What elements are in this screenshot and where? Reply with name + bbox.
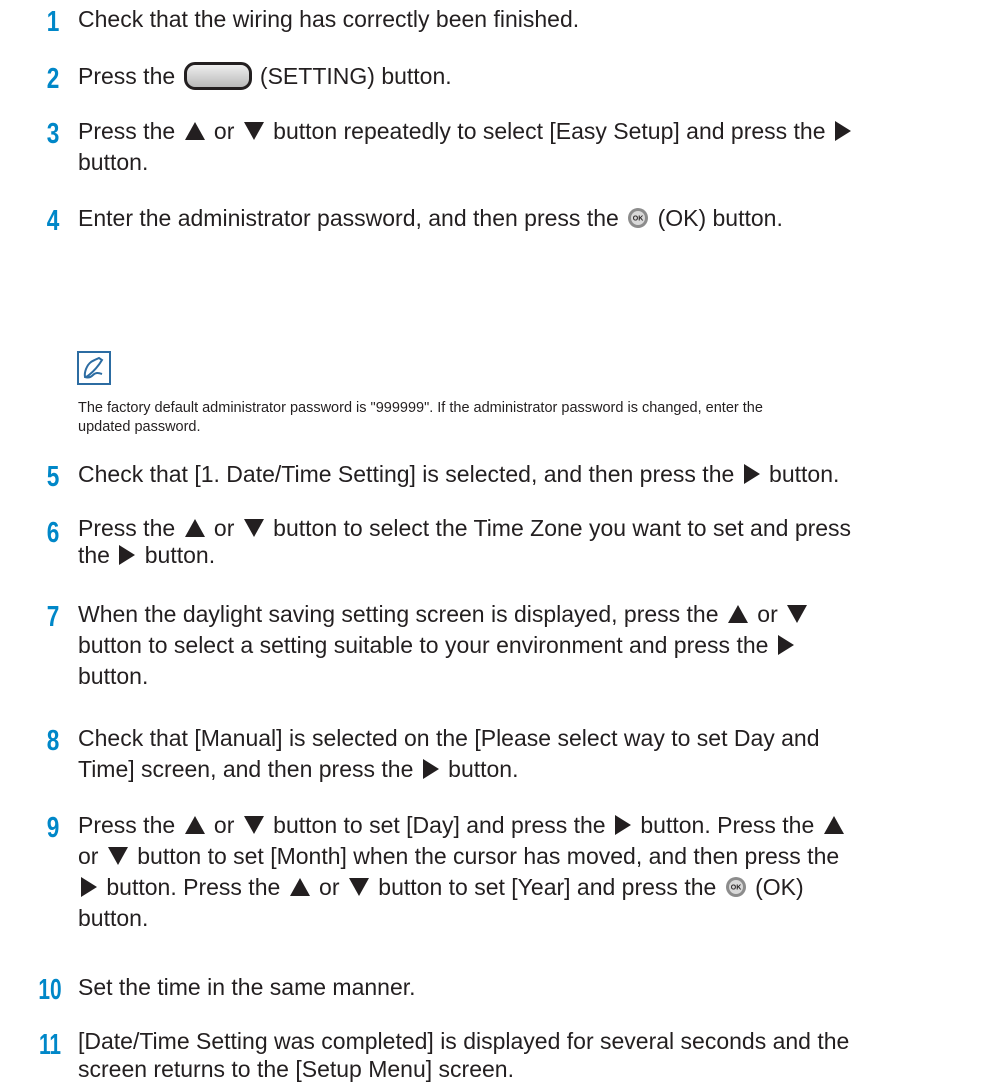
down-arrow-icon [243,518,264,537]
step-text: Press the or button to set [Day] and pre… [78,810,993,934]
step-text: Press the (SETTING) button. [78,61,452,90]
step-text: Check that [Manual] is selected on the [… [78,725,820,782]
svg-text:OK: OK [730,884,741,891]
down-arrow-icon [243,121,264,140]
right-arrow-icon [422,758,439,779]
setting-button-icon [183,61,252,90]
step-number: 9 [46,812,60,844]
up-arrow-icon [727,604,748,623]
up-arrow-icon [184,815,205,834]
up-arrow-icon [823,815,844,834]
step-text: Check that [1. Date/Time Setting] is sel… [78,461,840,487]
right-arrow-icon [743,463,760,484]
step-text: Set the time in the same manner. [78,974,416,1000]
step-number: 6 [46,517,60,549]
step-number: 1 [46,6,60,38]
step-text: Enter the administrator password, and th… [78,205,783,231]
step-text: [Date/Time Setting was completed] is dis… [78,1028,850,1082]
step-text: Check that the wiring has correctly been… [78,6,580,32]
svg-text:OK: OK [633,215,644,222]
step-text: Press the or button repeatedly to select… [78,116,993,178]
step-text: Press the or button to select the Time Z… [78,515,852,568]
note-text: The factory default administrator passwo… [78,400,763,435]
step-number: 4 [46,205,60,237]
down-arrow-icon [348,877,369,896]
down-arrow-icon [243,815,264,834]
step-text: When the daylight saving setting screen … [78,599,993,692]
right-arrow-icon [614,814,631,835]
step-number: 11 [38,1029,62,1061]
up-arrow-icon [289,877,310,896]
right-arrow-icon [834,120,851,141]
down-arrow-icon [107,846,128,865]
step-number: 5 [46,461,60,493]
up-arrow-icon [184,121,205,140]
step-number: 10 [38,974,62,1006]
up-arrow-icon [184,518,205,537]
step-number: 7 [46,601,60,633]
memo-pencil-icon [77,351,111,385]
step-number: 3 [46,118,60,150]
step-number: 8 [46,725,60,757]
ok-button-icon: OK [628,207,649,228]
right-arrow-icon [119,544,136,565]
right-arrow-icon [81,876,97,897]
right-arrow-icon [777,634,794,655]
down-arrow-icon [787,604,808,623]
ok-button-icon: OK [725,876,746,897]
step-number: 2 [46,63,60,95]
